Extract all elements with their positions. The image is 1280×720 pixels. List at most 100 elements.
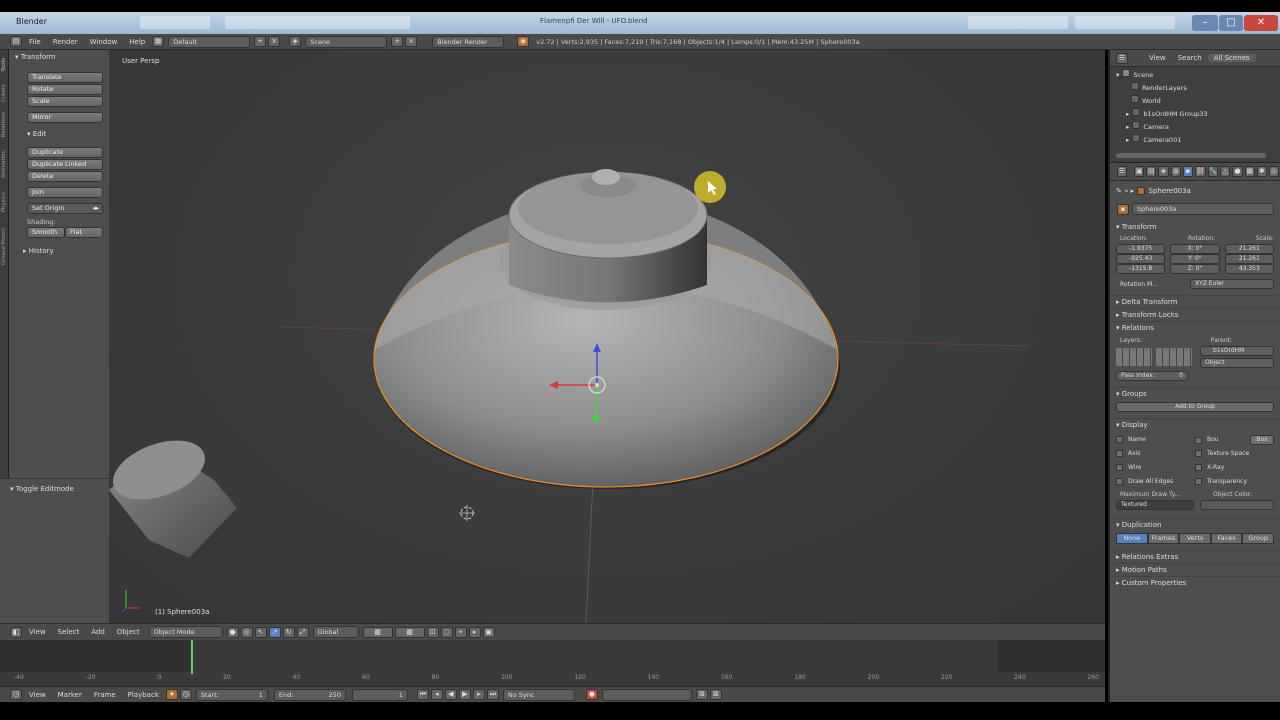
sync-selector[interactable]: No Sync xyxy=(502,688,575,701)
scale-x-field[interactable]: 21.261 xyxy=(1224,244,1274,254)
menu-object[interactable]: Object xyxy=(111,628,146,636)
scale-z-field[interactable]: 43.353 xyxy=(1224,264,1274,274)
outliner-item-world[interactable]: World xyxy=(1116,95,1280,108)
start-frame-field[interactable]: Start: 1 xyxy=(195,688,268,701)
display-header[interactable]: ▾ Display xyxy=(1110,418,1280,431)
dup-verts-button[interactable]: Verts xyxy=(1179,533,1211,544)
menu-file[interactable]: File xyxy=(23,38,47,46)
keyframe-delete-icon[interactable]: ⊠ xyxy=(709,689,722,700)
timeline-menu-view[interactable]: View xyxy=(23,691,52,699)
location-z-field[interactable]: -1315.8 xyxy=(1116,264,1166,274)
dup-none-button[interactable]: None xyxy=(1116,533,1148,544)
menu-render[interactable]: Render xyxy=(47,38,84,46)
outliner-tab-search[interactable]: Search xyxy=(1172,54,1208,62)
modifiers-tab-icon[interactable]: 🔧 xyxy=(1207,166,1219,177)
tab-animation[interactable]: Animation xyxy=(1,150,8,178)
menu-help[interactable]: Help xyxy=(123,38,151,46)
rotate-manipulator-icon[interactable]: ↻ xyxy=(282,626,295,638)
pivot-icon[interactable]: ◎ xyxy=(240,626,253,638)
keying-set-field[interactable] xyxy=(601,688,692,701)
properties-editor-type-icon[interactable]: ☰ xyxy=(1117,166,1128,177)
scale-button[interactable]: Scale xyxy=(27,96,103,107)
parent-field[interactable]: b1sOrdHM xyxy=(1200,346,1274,356)
maximize-button[interactable]: □ xyxy=(1219,15,1243,31)
display-axis-checkbox[interactable]: Axis xyxy=(1116,447,1195,461)
translate-manipulator-icon[interactable]: ↗ xyxy=(268,626,281,638)
display-wire-checkbox[interactable]: Wire xyxy=(1116,461,1195,475)
outliner-scrollbar[interactable] xyxy=(1116,153,1266,158)
physics-tab-icon[interactable]: ◎ xyxy=(1268,166,1279,177)
display-bounds-checkbox[interactable]: Bou Box xyxy=(1195,433,1274,447)
mode-selector[interactable]: Object Mode xyxy=(148,626,223,638)
tab-tools[interactable]: Tools xyxy=(1,58,8,72)
history-panel-header[interactable]: ▸ History xyxy=(9,244,109,258)
pass-index-field[interactable]: Pass Index: 0 xyxy=(1116,371,1188,381)
dup-faces-button[interactable]: Faces xyxy=(1210,533,1243,544)
layout-close-icon[interactable]: × xyxy=(268,36,281,47)
display-name-checkbox[interactable]: Name xyxy=(1116,433,1195,447)
snap-element-icon[interactable]: ▸ xyxy=(468,626,481,638)
manipulator-icon[interactable]: ↖ xyxy=(254,626,267,638)
snap-icon[interactable]: ⌖ xyxy=(454,626,467,638)
jump-start-icon[interactable]: ⏮ xyxy=(416,689,429,700)
smooth-button[interactable]: Smooth xyxy=(27,227,65,238)
pin-icon[interactable]: ✎ xyxy=(1116,187,1122,195)
constraints-tab-icon[interactable]: ⛓ xyxy=(1194,166,1206,177)
outliner-editor-type-icon[interactable]: ☰ xyxy=(1116,52,1128,64)
timeline-menu-playback[interactable]: Playback xyxy=(122,691,165,699)
menu-add[interactable]: Add xyxy=(85,628,111,636)
display-all-edges-checkbox[interactable]: Draw All Edges xyxy=(1116,475,1195,489)
render-layers-tab-icon[interactable]: ▤ xyxy=(1146,166,1157,177)
timeline-editor-type-icon[interactable]: ◷ xyxy=(10,689,22,700)
transform-panel-header[interactable]: ▾ Transform xyxy=(1110,221,1280,233)
next-keyframe-icon[interactable]: ▸ xyxy=(472,689,485,700)
play-reverse-icon[interactable]: ◀ xyxy=(444,689,457,700)
shading-solid-icon[interactable]: ● xyxy=(226,626,239,638)
preview-range-icon[interactable]: ⏺ xyxy=(165,689,178,700)
relations-header[interactable]: ▾ Relations xyxy=(1110,321,1280,334)
mirror-button[interactable]: Mirror xyxy=(27,112,103,123)
scale-manipulator-icon[interactable]: ⤢ xyxy=(296,626,309,638)
toggle-editmode-header[interactable]: ▾ Toggle Editmode xyxy=(0,482,109,496)
layers-grid-2[interactable]: ▦ xyxy=(394,626,425,638)
transform-locks-header[interactable]: ▸ Transform Locks xyxy=(1110,308,1280,321)
timeline-menu-frame[interactable]: Frame xyxy=(88,691,122,699)
record-icon[interactable]: ● xyxy=(585,689,598,700)
translate-button[interactable]: Translate xyxy=(27,72,103,83)
layers-grid-a[interactable] xyxy=(1116,348,1152,366)
outliner-item-scene[interactable]: ▾ Scene xyxy=(1116,69,1280,82)
duplicate-button[interactable]: Duplicate xyxy=(27,147,103,158)
keyframe-insert-icon[interactable]: ⊠ xyxy=(695,689,708,700)
scene-icon[interactable]: ◈ xyxy=(289,36,302,47)
tab-physics[interactable]: Physics xyxy=(1,192,8,212)
custom-properties-header[interactable]: ▸ Custom Properties xyxy=(1110,576,1280,589)
menu-view[interactable]: View xyxy=(23,628,52,636)
object-tab-icon[interactable]: ▪ xyxy=(1182,166,1193,177)
timeline-menu-marker[interactable]: Marker xyxy=(52,691,88,699)
display-texture-space-checkbox[interactable]: Texture Space xyxy=(1195,447,1274,461)
tab-grease-pencil[interactable]: Grease Pencil xyxy=(1,228,8,265)
duplicate-linked-button[interactable]: Duplicate Linked xyxy=(27,159,103,170)
transform-panel-header[interactable]: ▾ Transform xyxy=(9,50,109,64)
rotation-x-field[interactable]: X: 0° xyxy=(1170,244,1220,254)
minimize-button[interactable]: – xyxy=(1192,15,1218,31)
rotation-y-field[interactable]: Y: 0° xyxy=(1170,254,1220,264)
rotate-button[interactable]: Rotate xyxy=(27,84,103,95)
outliner-item-renderlayers[interactable]: RenderLayers xyxy=(1116,82,1280,95)
flat-button[interactable]: Flat xyxy=(65,227,103,238)
jump-end-icon[interactable]: ⏭ xyxy=(486,689,499,700)
add-to-group-button[interactable]: Add to Group xyxy=(1116,402,1274,412)
duplication-header[interactable]: ▾ Duplication xyxy=(1110,518,1280,531)
render-preview-icon[interactable]: ▣ xyxy=(482,626,495,638)
menu-select[interactable]: Select xyxy=(52,628,86,636)
clock-icon[interactable]: ◷ xyxy=(179,689,192,700)
world-tab-icon[interactable]: ◍ xyxy=(1170,166,1181,177)
scene-close-icon[interactable]: × xyxy=(405,36,418,47)
rotation-mode-selector[interactable]: XYZ Euler xyxy=(1190,279,1274,289)
particles-tab-icon[interactable]: ✱ xyxy=(1256,166,1267,177)
layout-add-icon[interactable]: + xyxy=(254,36,267,47)
layout-icon[interactable]: ▦ xyxy=(152,36,165,47)
relations-extras-header[interactable]: ▸ Relations Extras xyxy=(1110,550,1280,563)
draw-type-selector[interactable]: Textured xyxy=(1116,500,1194,510)
outliner-display-mode[interactable]: All Scenes xyxy=(1207,54,1256,62)
